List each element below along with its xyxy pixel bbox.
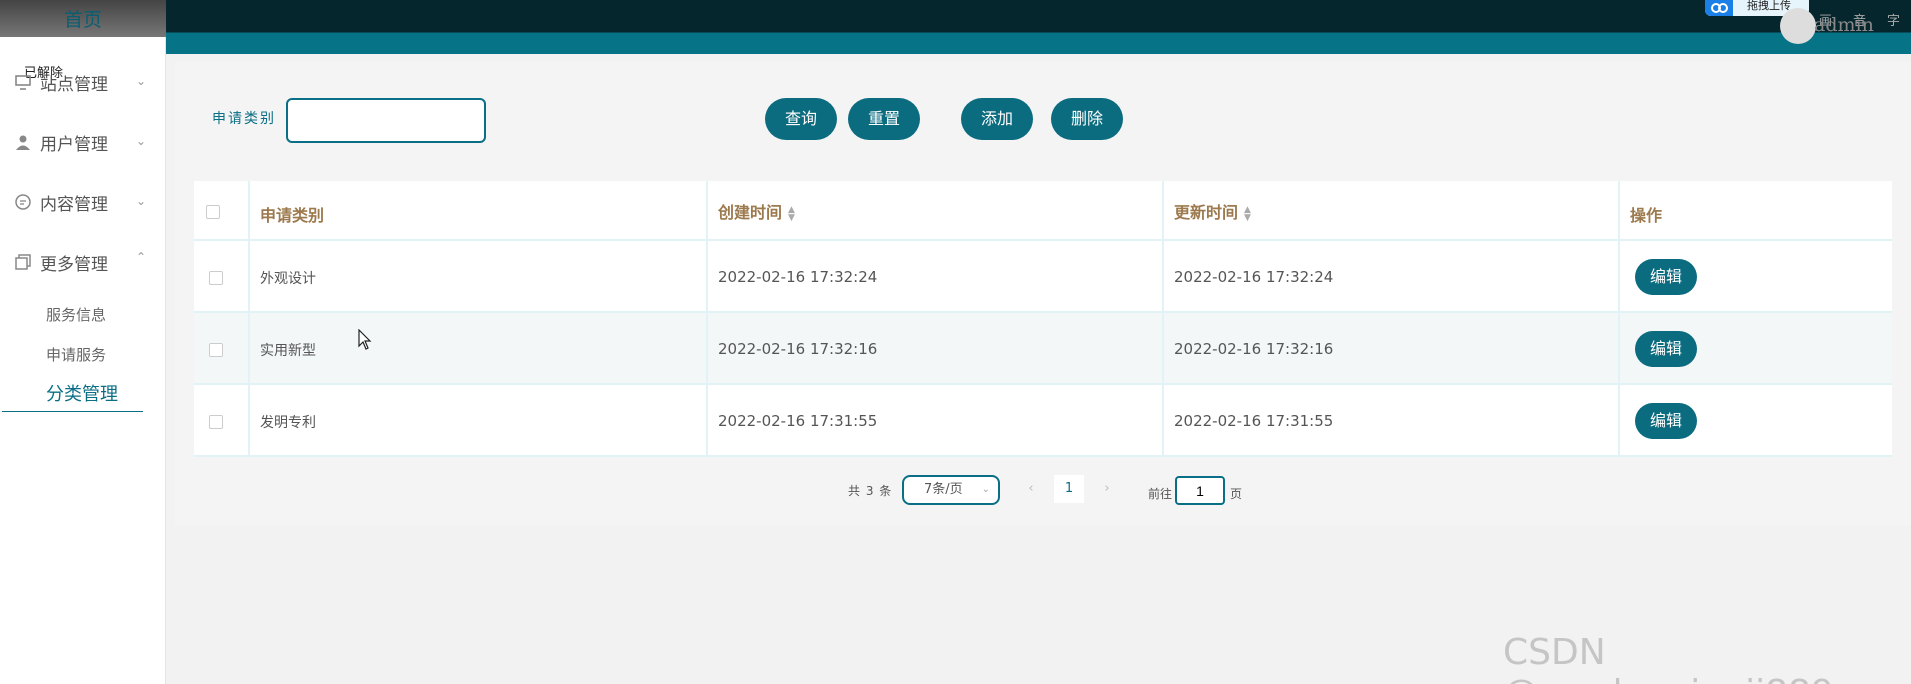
sidebar-subitem-label: 分类管理: [46, 384, 118, 405]
data-table: 申请类别 创建时间 ▲ ▼ 更新时间 ▲ ▼ 操作 外观设计 2022-02-16 17…: [194, 181, 1892, 457]
table-row: 发明专利 2022-02-16 17:31:55 2022-02-16 17:3…: [194, 385, 1892, 457]
sidebar-item-more[interactable]: 更多管理 ⌃: [0, 242, 166, 282]
chat-icon: [14, 193, 32, 211]
table-header: 申请类别 创建时间 ▲ ▼ 更新时间 ▲ ▼ 操作: [194, 181, 1892, 241]
sidebar-home-label: 首页: [63, 9, 102, 31]
avatar[interactable]: [1780, 8, 1816, 44]
sidebar-item-label: 站点管理: [40, 74, 108, 95]
next-page-button[interactable]: ›: [1092, 475, 1122, 503]
page-size-select[interactable]: 7条/页 ⌄: [902, 475, 1000, 505]
sidebar-item-label: 内容管理: [40, 194, 108, 215]
page-size-value: 7条/页: [924, 482, 963, 497]
chevron-up-icon: ⌃: [135, 250, 146, 264]
cell-updated: 2022-02-16 17:31:55: [1174, 412, 1334, 430]
goto-page-input[interactable]: [1175, 476, 1225, 505]
sidebar-subitem-apply-service[interactable]: 申请服务: [46, 344, 106, 365]
chevron-down-icon: ⌄: [981, 484, 990, 495]
sidebar-home[interactable]: 首页: [0, 0, 166, 37]
cell-category: 外观设计: [260, 271, 316, 287]
select-all-checkbox[interactable]: [206, 205, 220, 219]
sidebar-item-users[interactable]: 用户管理 ⌄: [0, 122, 166, 162]
header-updated[interactable]: 更新时间 ▲ ▼: [1174, 199, 1251, 223]
header-actions: 操作: [1630, 206, 1663, 225]
add-button[interactable]: 添加: [961, 98, 1033, 140]
chevron-down-icon: ⌄: [135, 134, 146, 148]
username[interactable]: admin: [1814, 14, 1874, 36]
header-created-label: 创建时间: [718, 203, 783, 222]
drag-upload-label: 拖拽上传: [1747, 0, 1791, 12]
search-button[interactable]: 查询: [765, 98, 837, 140]
edit-button[interactable]: 编辑: [1635, 259, 1697, 295]
edit-button[interactable]: 编辑: [1635, 403, 1697, 439]
prev-page-button[interactable]: ‹: [1016, 475, 1046, 503]
reset-button[interactable]: 重置: [848, 98, 920, 140]
cell-updated: 2022-02-16 17:32:24: [1174, 268, 1334, 286]
page-suffix: 页: [1230, 487, 1243, 501]
header-created[interactable]: 创建时间 ▲ ▼: [718, 199, 795, 223]
monitor-icon: [14, 73, 32, 91]
delete-button[interactable]: 删除: [1051, 98, 1123, 140]
cell-category: 发明专利: [260, 415, 316, 431]
text-tool-icon[interactable]: 字: [1887, 10, 1900, 29]
user-icon: [14, 133, 32, 151]
sidebar-subitem-service-info[interactable]: 服务信息: [46, 304, 106, 325]
watermark: CSDN @vx_danpianji889: [1503, 632, 1834, 684]
row-checkbox[interactable]: [209, 271, 223, 285]
top-bar: [166, 0, 1911, 54]
cell-created: 2022-02-16 17:32:24: [718, 268, 878, 286]
page-number-current[interactable]: 1: [1054, 475, 1084, 503]
column-divider: [1618, 181, 1620, 457]
column-divider: [248, 181, 250, 457]
column-divider: [706, 181, 708, 457]
sidebar: 首页 已解除 站点管理 ⌄ 用户管理 ⌄ 内容管理 ⌄ 更多管理 ⌃ 服务信息 …: [0, 0, 166, 684]
chevron-down-icon: ⌄: [135, 74, 146, 88]
sidebar-item-content[interactable]: 内容管理 ⌄: [0, 182, 166, 222]
filter-label: 申请类别: [212, 111, 276, 127]
header-updated-label: 更新时间: [1174, 203, 1239, 222]
mouse-cursor-icon: [358, 328, 372, 355]
cell-created: 2022-02-16 17:32:16: [718, 340, 878, 358]
column-divider: [1162, 181, 1164, 457]
sort-icon[interactable]: ▲ ▼: [1244, 205, 1251, 222]
cell-created: 2022-02-16 17:31:55: [718, 412, 878, 430]
row-checkbox[interactable]: [209, 343, 223, 357]
table-row: 外观设计 2022-02-16 17:32:24 2022-02-16 17:3…: [194, 241, 1892, 313]
cloud-icon: [1705, 0, 1733, 16]
table-row: 实用新型 2022-02-16 17:32:16 2022-02-16 17:3…: [194, 313, 1892, 385]
sidebar-item-label: 用户管理: [40, 134, 108, 155]
pagination-total: 共 3 条: [848, 484, 893, 498]
goto-label: 前往: [1148, 487, 1173, 501]
cell-category: 实用新型: [260, 343, 316, 359]
sort-icon[interactable]: ▲ ▼: [788, 205, 795, 222]
edit-button[interactable]: 编辑: [1635, 331, 1697, 367]
copy-icon: [14, 253, 32, 271]
row-checkbox[interactable]: [209, 415, 223, 429]
category-search-input[interactable]: [286, 98, 486, 143]
chevron-down-icon: ⌄: [135, 194, 146, 208]
sidebar-subitem-category-active[interactable]: 分类管理: [2, 380, 143, 412]
header-category: 申请类别: [260, 206, 325, 225]
cell-updated: 2022-02-16 17:32:16: [1174, 340, 1334, 358]
sidebar-item-site[interactable]: 站点管理 ⌄: [0, 62, 166, 102]
sidebar-item-label: 更多管理: [40, 254, 108, 275]
